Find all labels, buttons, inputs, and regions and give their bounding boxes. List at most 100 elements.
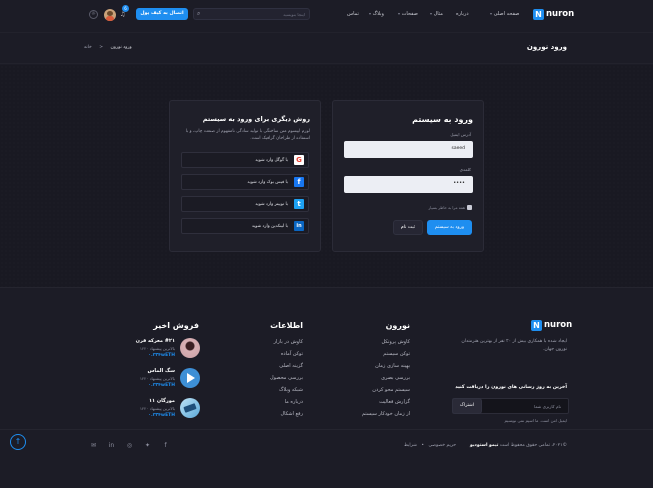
newsletter-placeholder: نام کاربری شما — [534, 404, 561, 409]
footer-col2-link[interactable]: توکن آماده — [281, 351, 303, 357]
facebook-login-label: با فیس بوک وارد شوید — [247, 180, 288, 185]
facebook-social-icon[interactable]: f — [162, 442, 169, 449]
footer-col2-link[interactable]: گزینه اصلی — [279, 363, 303, 369]
nav-blog[interactable]: ▾ وبلاگ — [369, 10, 384, 18]
footer-col2-link[interactable]: رفع اشکال — [280, 411, 303, 417]
footer-col1-link[interactable]: از زمان خودکار سیستم — [362, 411, 410, 417]
sale-price: ۰.۲۳۴wETH — [148, 353, 175, 358]
social-login-desc: لورم ایپسوم متن ساختگی با تولید سادگی نا… — [185, 129, 310, 141]
notification-badge: 6 — [122, 5, 129, 12]
page-title-bar: ورود نورون ورود نورون < خانه — [0, 32, 653, 64]
twitter-login-label: با توییتر وارد شوید — [255, 202, 288, 207]
nav-pages[interactable]: ▾ صفحات — [398, 10, 418, 18]
login-title: ورود به سیستم — [412, 115, 473, 124]
breadcrumb-separator: < — [99, 45, 104, 50]
sale-thumbnail[interactable] — [180, 338, 200, 358]
breadcrumb-current: ورود نورون — [110, 45, 132, 50]
sale-thumbnail[interactable] — [180, 398, 200, 418]
register-button[interactable]: ثبت نام — [393, 220, 423, 235]
nav-example[interactable]: ▾ مثال — [430, 10, 443, 18]
footer-col1-link[interactable]: بهینه سازی زمان — [375, 363, 410, 369]
footer-col1-link[interactable]: گزارش فعالیت — [379, 399, 410, 405]
footer-col2-link[interactable]: بررسی محصول — [270, 375, 303, 381]
linkedin-login-button[interactable]: in با لینکدین وارد شوید — [181, 218, 309, 234]
logo-mark[interactable]: N — [533, 9, 544, 20]
footer-col1-title: نورون — [385, 321, 410, 330]
terms-link[interactable]: شرایط — [404, 443, 417, 448]
google-icon: G — [294, 155, 304, 165]
search-placeholder: اینجا بنویسید — [283, 12, 305, 17]
nav-home[interactable]: ▾ صفحه اصلی — [490, 10, 519, 18]
copyright-brand[interactable]: تیمو استودیو — [470, 443, 498, 448]
nav-contact[interactable]: تماس — [347, 10, 359, 18]
google-login-button[interactable]: G با گوگل وارد شوید — [181, 152, 309, 168]
twitter-login-button[interactable]: t با توییتر وارد شوید — [181, 196, 309, 212]
linkedin-login-label: با لینکدین وارد شوید — [251, 224, 288, 229]
password-field[interactable]: •••• — [344, 176, 473, 193]
login-card: ورود به سیستم آدرس ایمیل saeed کلمه‌ی ••… — [332, 100, 484, 252]
footer-divider — [0, 429, 653, 430]
main-section: ورود به سیستم آدرس ایمیل saeed کلمه‌ی ••… — [0, 65, 653, 287]
email-value: saeed — [451, 146, 466, 151]
theme-toggle-icon[interactable]: ☼ — [89, 10, 98, 19]
avatar[interactable] — [104, 9, 116, 21]
nav-about[interactable]: درباره — [456, 10, 469, 18]
logo-text[interactable]: nuron — [546, 9, 574, 20]
sale-bid: بالاترین پیشنهاد ۱۲۲۰ — [139, 406, 175, 411]
search-icon: ⌕ — [197, 10, 201, 17]
facebook-login-button[interactable]: f با فیس بوک وارد شوید — [181, 174, 309, 190]
social-login-card: روش دیگری برای ورود به سیستم لورم ایپسوم… — [169, 100, 321, 252]
sale-price: ۰.۲۳۴wETH — [148, 413, 175, 418]
password-value: •••• — [453, 180, 465, 186]
sale-thumbnail[interactable] — [180, 368, 200, 388]
footer-col1-link[interactable]: بررسی بصری — [381, 375, 410, 381]
sale-bid: بالاترین پیشنهاد ۱۲۲۰ — [139, 376, 175, 381]
email-field[interactable]: saeed — [344, 141, 473, 158]
email-label: آدرس ایمیل — [450, 132, 471, 137]
twitter-social-icon[interactable]: ✦ — [144, 442, 151, 449]
linkedin-social-icon[interactable]: in — [108, 442, 115, 449]
remember-label: همه مرا به خاطر بسپار — [428, 205, 465, 210]
connect-wallet-button[interactable]: اتصال به کیف پول — [136, 8, 188, 20]
footer-logo-mark: N — [531, 320, 542, 331]
newsletter-note: ایمیل امن است. ما اسپم نمی نویسیم — [504, 418, 567, 423]
instagram-icon[interactable]: ◎ — [126, 442, 133, 449]
sale-name[interactable]: #۲۱ معرکه قرن — [136, 338, 175, 344]
newsletter-title: آخرین به روز رسانی های نورون را دریافت ک… — [455, 385, 567, 390]
subscribe-button[interactable]: اشتراک — [452, 398, 482, 414]
sale-name[interactable]: مورگان ۱۱ — [149, 398, 175, 404]
footer-logo-text: nuron — [544, 320, 573, 330]
footer-col2-link[interactable]: کاوش در بازار — [274, 339, 303, 345]
sale-bid: بالاترین پیشنهاد ۱۲۲۰ — [139, 346, 175, 351]
site-footer: N nuron ایجاد شده با همکاری بیش از ۲۰ نف… — [0, 287, 653, 488]
arrow-up-icon: ↑ — [14, 437, 22, 446]
google-login-label: با گوگل وارد شوید — [255, 158, 288, 163]
sale-name[interactable]: سگ الماس — [148, 368, 176, 374]
breadcrumb-home[interactable]: خانه — [84, 45, 92, 50]
privacy-link[interactable]: حریم خصوصی — [428, 443, 456, 448]
footer-col3-title: فروش اخیر — [153, 321, 199, 330]
linkedin-icon: in — [294, 221, 304, 231]
policy-links: حریم خصوصی • شرایط — [403, 443, 456, 448]
password-label: کلمه‌ی — [459, 167, 471, 172]
email-icon[interactable]: ✉ — [90, 442, 97, 449]
footer-col1-link[interactable]: سیستم محو کردن — [372, 387, 410, 393]
footer-col2-link[interactable]: درباره ما — [285, 399, 303, 405]
site-header: N nuron ▾ صفحه اصلی درباره ▾ مثال ▾ صفحا… — [0, 0, 653, 30]
scroll-top-button[interactable]: ↑ — [10, 434, 26, 450]
search-input[interactable]: ⌕ اینجا بنویسید — [193, 8, 310, 20]
sale-price: ۰.۲۳۴wETH — [148, 383, 175, 388]
footer-about-text: ایجاد شده با همکاری بیش از ۲۰ نفر از بهت… — [461, 339, 567, 352]
footer-col1-link[interactable]: کاوش پروتکل — [381, 339, 410, 345]
remember-checkbox[interactable] — [467, 205, 472, 210]
footer-col2-title: اطلاعات — [270, 321, 303, 330]
social-login-title: روش دیگری برای ورود به سیستم — [202, 115, 310, 123]
facebook-icon: f — [294, 177, 304, 187]
notification-bell-icon[interactable]: ♫ 6 — [118, 5, 129, 20]
footer-col2-link[interactable]: شبکه وبلاگ — [279, 387, 303, 393]
footer-col1-link[interactable]: توکن سیستم — [383, 351, 410, 357]
twitter-icon: t — [294, 199, 304, 209]
copyright: ©۲۰۲۱، تمامی حقوق محفوظ است تیمو استودیو — [470, 443, 567, 448]
login-button[interactable]: ورود به سیستم — [427, 220, 472, 235]
page-title: ورود نورون — [526, 43, 567, 51]
